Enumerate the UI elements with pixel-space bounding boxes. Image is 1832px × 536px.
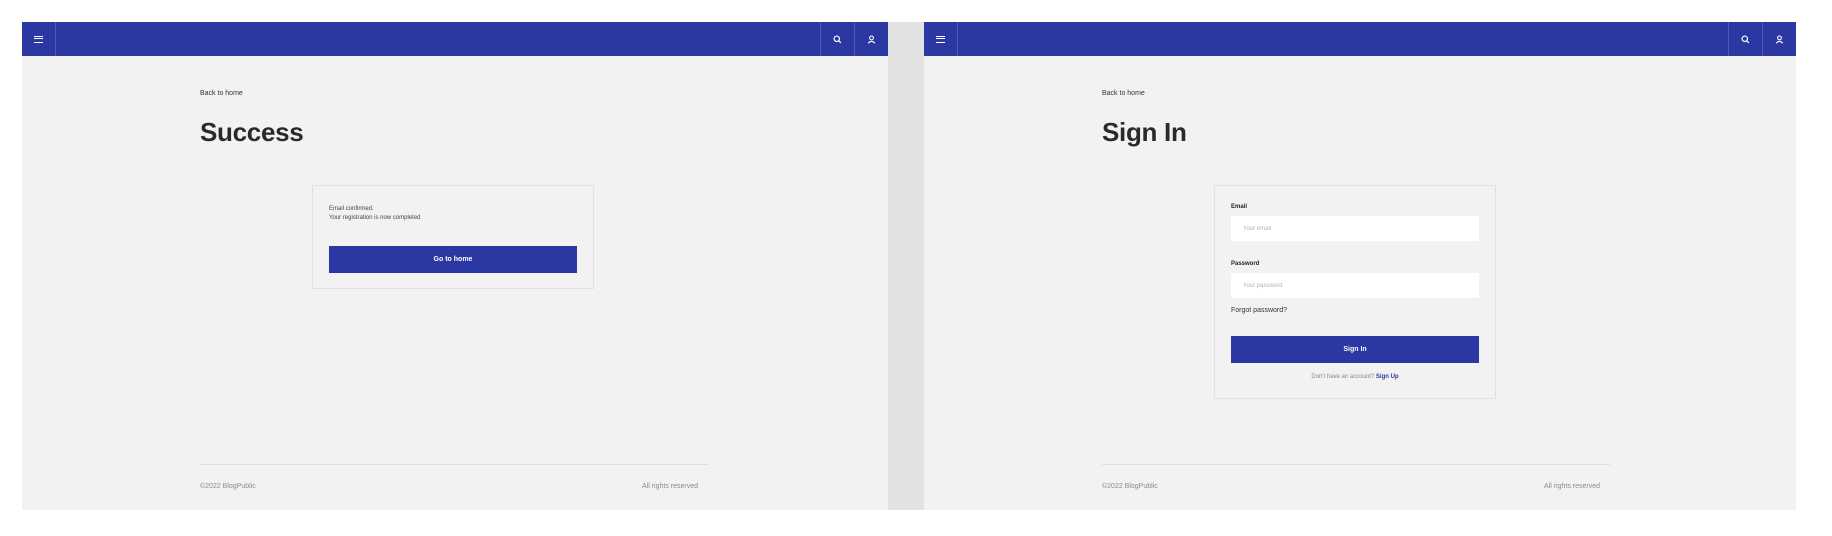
page-title: Success (200, 117, 304, 147)
search-icon (1741, 34, 1750, 43)
page-title: Sign In (1102, 117, 1187, 147)
search-button[interactable] (820, 22, 854, 56)
go-to-home-button[interactable]: Go to home (329, 246, 577, 273)
menu-button[interactable] (924, 22, 958, 56)
sign-up-link[interactable]: Sign Up (1376, 374, 1399, 380)
password-field[interactable] (1231, 273, 1479, 298)
sign-in-button[interactable]: Sign In (1231, 336, 1479, 363)
success-page: Back to home Success Email confirmed. Yo… (22, 22, 888, 510)
account-button[interactable] (854, 22, 888, 56)
search-button[interactable] (1728, 22, 1762, 56)
footer-divider (1102, 464, 1610, 465)
top-navigation-bar (22, 22, 888, 56)
sign-in-card: Email Password Forgot password? Sign In … (1214, 185, 1496, 399)
back-to-home-link[interactable]: Back to home (200, 90, 243, 97)
footer-divider (200, 464, 708, 465)
sign-up-prompt: Don't have an account? Sign Up (1231, 374, 1479, 380)
menu-icon (936, 35, 945, 43)
back-to-home-link[interactable]: Back to home (1102, 90, 1145, 97)
user-icon (1775, 34, 1784, 44)
registration-message: Your registration is now completed (329, 215, 421, 221)
search-icon (833, 34, 842, 43)
footer-copyright: ©2022 BlogPublic (1102, 483, 1158, 490)
confirmation-card: Email confirmed. Your registration is no… (312, 185, 594, 289)
password-label: Password (1231, 261, 1260, 267)
top-navigation-bar (924, 22, 1796, 56)
confirmation-message: Email confirmed. (329, 206, 374, 212)
footer-copyright: ©2022 BlogPublic (200, 483, 256, 490)
footer-rights: All rights reserved (642, 483, 699, 490)
sign-in-page: Back to home Sign In Email Password Forg… (924, 22, 1796, 510)
user-icon (867, 34, 876, 44)
menu-icon (34, 35, 43, 43)
forgot-password-link[interactable]: Forgot password? (1231, 307, 1287, 314)
footer-rights: All rights reserved (1544, 483, 1601, 490)
email-label: Email (1231, 204, 1248, 210)
account-button[interactable] (1762, 22, 1796, 56)
sign-up-prompt-text: Don't have an account? (1311, 374, 1375, 380)
menu-button[interactable] (22, 22, 56, 56)
email-field[interactable] (1231, 216, 1479, 241)
screenshot-stage: Back to home Success Email confirmed. Yo… (0, 0, 1832, 536)
panel-separator (888, 22, 924, 510)
